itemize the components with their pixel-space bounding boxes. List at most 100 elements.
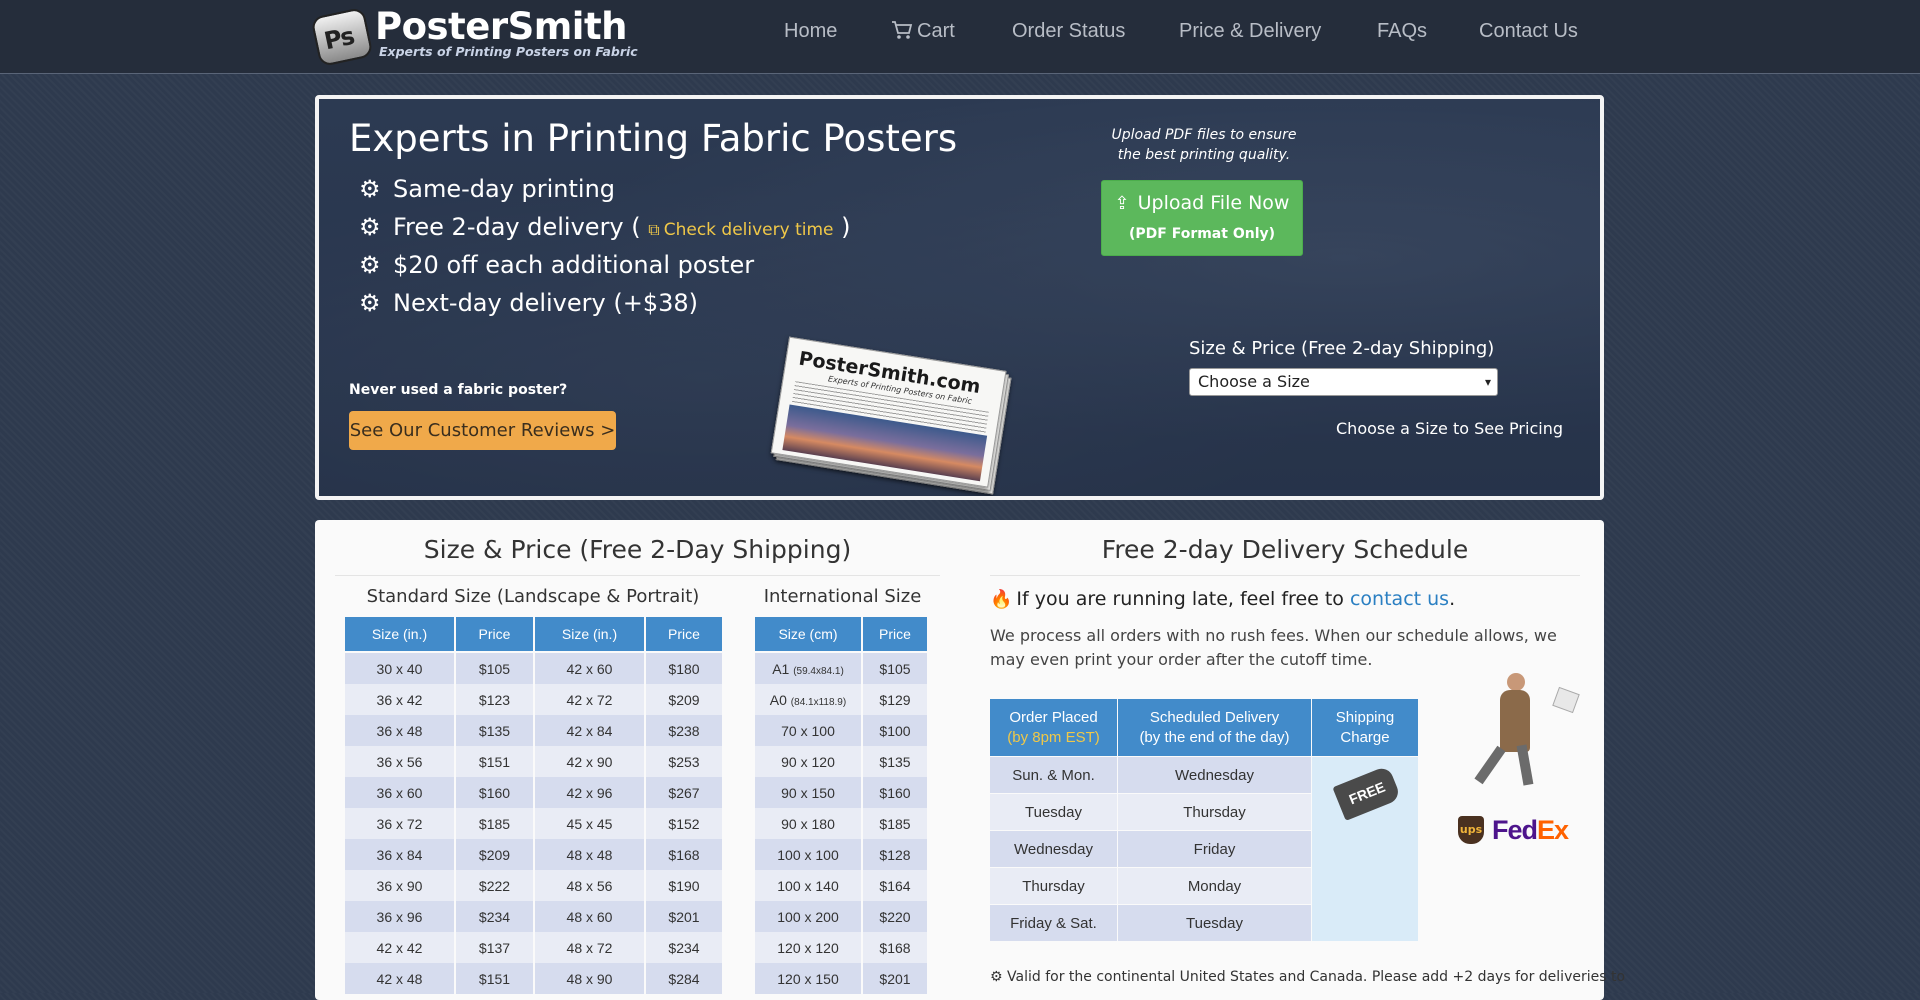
size-label: 90 x 180 (781, 815, 835, 832)
feature-label: Next-day delivery (+$38) (393, 289, 698, 317)
table-cell: $209 (646, 684, 722, 715)
table-cell: $234 (456, 901, 533, 932)
table-cell: $168 (646, 839, 722, 870)
table-row: 36 x 42 $123 42 x 72 $209 (345, 684, 722, 715)
table-row: 100 x 100 $128 (755, 839, 927, 870)
table-cell: 36 x 96 (345, 901, 454, 932)
header-label: Shipping (1335, 708, 1395, 726)
table-row: 36 x 48 $135 42 x 84 $238 (345, 715, 722, 746)
table-cell: 48 x 90 (535, 963, 644, 994)
table-cell: 42 x 96 (535, 777, 644, 808)
feature-label: Free 2-day delivery ( (393, 213, 641, 241)
table-cell: $152 (646, 808, 722, 839)
order-day-cell: Wednesday (989, 830, 1118, 868)
international-size-title: International Size (763, 586, 922, 607)
fedex-fed: Fed (1492, 815, 1538, 845)
content-panel: Size & Price (Free 2-Day Shipping) Stand… (315, 520, 1625, 1000)
table-cell: 36 x 42 (345, 684, 454, 715)
col-header: Size (in.) (535, 617, 644, 653)
newspaper-image: PosterSmith.com Experts of Printing Post… (770, 336, 1019, 496)
nav-home[interactable]: Home (784, 20, 837, 43)
table-cell: $222 (456, 870, 533, 901)
table-cell: $105 (456, 653, 533, 684)
table-row: 120 x 120 $168 (755, 932, 927, 963)
table-row: 90 x 150 $160 (755, 777, 927, 808)
table-row: 36 x 56 $151 42 x 90 $253 (345, 746, 722, 777)
courier-image (1455, 673, 1585, 800)
delivery-link-label: Check delivery time (663, 220, 834, 240)
delivery-day-cell: Monday (1117, 867, 1312, 905)
nav-contact-us[interactable]: Contact Us (1479, 20, 1578, 43)
size-select-value: Choose a Size (1198, 372, 1310, 391)
table-cell: $209 (456, 839, 533, 870)
table-row: 100 x 140 $164 (755, 870, 927, 901)
feature-label: Same-day printing (393, 175, 616, 203)
feature-discount: ⚙ $20 off each additional poster (359, 251, 754, 279)
delivery-section-title: Free 2-day Delivery Schedule (1101, 535, 1469, 564)
table-cell: $151 (456, 963, 533, 994)
ups-logo: ups (1458, 816, 1484, 844)
cutoff-time: (by 8pm EST) (1007, 728, 1100, 746)
table-cell: 100 x 140 (755, 870, 861, 901)
header-label: Scheduled Delivery (1149, 708, 1280, 726)
nav-cart-label: Cart (917, 20, 955, 42)
table-row: 70 x 100 $100 (755, 715, 927, 746)
shipping-charge-header: Shipping Charge (1311, 698, 1419, 757)
table-cell: $220 (863, 901, 927, 932)
never-used-text: Never used a fabric poster? (349, 382, 568, 398)
table-cell: $151 (456, 746, 533, 777)
table-cell: $100 (863, 715, 927, 746)
table-cell: 42 x 84 (535, 715, 644, 746)
upload-note: Upload PDF files to ensure the best prin… (1111, 127, 1297, 163)
col-header: Price (456, 617, 533, 653)
delivery-day-cell: Thursday (1117, 793, 1312, 831)
upload-file-button[interactable]: ⇪ Upload File Now (PDF Format Only) (1101, 180, 1303, 256)
size-label: 120 x 120 (777, 939, 839, 956)
postersmith-logo[interactable]: Ps PosterSmith Experts of Printing Poste… (310, 5, 638, 68)
size-price-label: Size & Price (Free 2-day Shipping) (1189, 338, 1495, 359)
table-row: A0 (84.1x118.9) $129 (755, 684, 927, 715)
table-cell: 100 x 100 (755, 839, 861, 870)
standard-price-table: Size (in.) Price Size (in.) Price 30 x 4… (343, 617, 724, 994)
nav-faqs[interactable]: FAQs (1377, 20, 1427, 43)
table-row: 36 x 60 $160 42 x 96 $267 (345, 777, 722, 808)
size-label: 100 x 140 (777, 877, 839, 894)
contact-us-link[interactable]: contact us (1350, 588, 1449, 610)
feature-next-day: ⚙ Next-day delivery (+$38) (359, 289, 698, 317)
size-select[interactable]: Choose a Size ▾ (1189, 368, 1498, 396)
table-cell: 90 x 180 (755, 808, 861, 839)
feature-close-paren: ) (841, 213, 851, 241)
fire-icon: 🔥 (990, 589, 1013, 610)
table-cell: $284 (646, 963, 722, 994)
table-row: 30 x 40 $105 42 x 60 $180 (345, 653, 722, 684)
nav-price-delivery[interactable]: Price & Delivery (1179, 20, 1321, 43)
table-row: A1 (59.4x84.1) $105 (755, 653, 927, 684)
nav-order-status[interactable]: Order Status (1012, 20, 1125, 43)
table-cell: 36 x 60 (345, 777, 454, 808)
gear-icon: ⚙ (359, 289, 381, 317)
size-label: A0 (769, 691, 787, 708)
cart-icon (892, 21, 913, 39)
table-cell: $201 (646, 901, 722, 932)
external-link-icon: ⧉ (648, 220, 660, 239)
col-header: Size (in.) (345, 617, 454, 653)
table-cell: 36 x 48 (345, 715, 454, 746)
table-cell: 90 x 150 (755, 777, 861, 808)
pricing-hint: Choose a Size to See Pricing (1336, 419, 1563, 438)
logo-badge-icon: Ps (310, 6, 374, 68)
table-cell: $234 (646, 932, 722, 963)
validity-text: Valid for the continental United States … (1007, 969, 1626, 985)
check-delivery-time-link[interactable]: ⧉ Check delivery time (648, 220, 833, 240)
table-cell: $267 (646, 777, 722, 808)
customer-reviews-button[interactable]: See Our Customer Reviews > (349, 411, 616, 450)
table-row: 36 x 96 $234 48 x 60 $201 (345, 901, 722, 932)
size-label: A1 (772, 660, 790, 677)
table-row: 100 x 200 $220 (755, 901, 927, 932)
shipping-charge-cell: FREE (1311, 756, 1419, 942)
table-cell: 90 x 120 (755, 746, 861, 777)
table-cell: A0 (84.1x118.9) (755, 684, 861, 715)
scheduled-delivery-header: Scheduled Delivery (by the end of the day… (1117, 698, 1312, 757)
free-tag-icon: FREE (1332, 765, 1402, 821)
nav-cart[interactable]: Cart (891, 20, 955, 43)
col-header: Price (646, 617, 722, 653)
